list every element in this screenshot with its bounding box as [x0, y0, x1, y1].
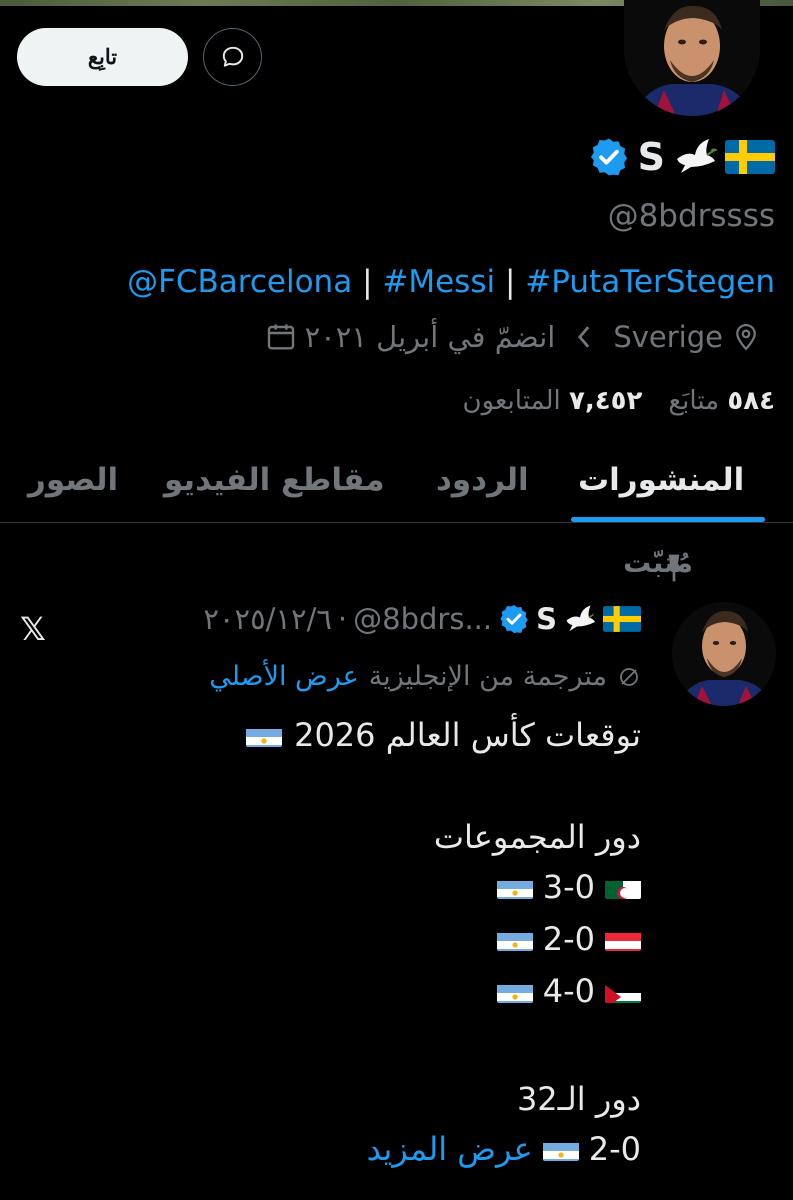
- round32-heading: دور الـ32: [516, 1080, 641, 1118]
- joined-text: انضمّ في أبريل ٢٠٢١: [304, 320, 556, 354]
- verified-badge-icon[interactable]: [498, 603, 530, 635]
- argentina-flag: [246, 723, 283, 747]
- bio-link-messi[interactable]: #Messi: [382, 264, 495, 300]
- tab-videos[interactable]: مقاطع الفيديو: [164, 462, 385, 498]
- x-logo-icon[interactable]: 𝕏: [20, 610, 46, 648]
- bio-link-barcelona[interactable]: @FCBarcelona: [127, 264, 352, 300]
- profile-name: S: [637, 135, 665, 179]
- joined-item: انضمّ في أبريل ٢٠٢١: [265, 320, 556, 354]
- active-tab-indicator: [571, 517, 765, 522]
- profile-stats: ٥٨٤ متابَع ٧,٤٥٢ المتابعون: [462, 386, 775, 416]
- follow-button[interactable]: تابِع: [17, 28, 188, 86]
- tab-replies[interactable]: الردود: [436, 462, 529, 498]
- location-item: Sverige: [613, 320, 761, 354]
- score-line: 3-0: [496, 868, 641, 906]
- show-original-link[interactable]: عرض الأصلي: [209, 661, 359, 692]
- score-line: 2-0: [496, 920, 641, 958]
- profile-avatar[interactable]: [624, 0, 760, 116]
- tab-posts[interactable]: المنشورات: [578, 462, 744, 498]
- dove-icon: [677, 139, 717, 173]
- score-value: 2-0: [542, 920, 595, 958]
- post-header: ٢٠٢٥/١٢/٦ · @8bdrs... S: [203, 602, 641, 636]
- translation-note: مترجمة من الإنجليزية عرض الأصلي: [209, 661, 641, 692]
- sweden-flag-icon: [725, 140, 775, 174]
- austria-flag: [605, 927, 641, 951]
- profile-bio: @FCBarcelona | #Messi | #PutaTerStegen: [127, 264, 775, 300]
- calendar-icon: [267, 324, 294, 350]
- post-author-avatar[interactable]: [672, 602, 776, 706]
- sweden-flag-icon: [603, 606, 641, 632]
- verified-badge-icon[interactable]: [588, 136, 630, 178]
- following-stat[interactable]: ٥٨٤ متابَع: [668, 386, 775, 416]
- score-line: 4-0: [496, 972, 641, 1010]
- bio-separator: |: [362, 264, 373, 300]
- group-stage-heading: دور المجموعات: [433, 818, 641, 856]
- jordan-flag: [605, 979, 641, 1003]
- dove-icon: [566, 605, 595, 631]
- round32-score-line: 2-0 عرض المزيد: [367, 1130, 641, 1168]
- bio-link-terstegen[interactable]: #PutaTerStegen: [525, 264, 775, 300]
- followers-count: ٧,٤٥٢: [568, 386, 643, 416]
- score-value: 3-0: [542, 868, 595, 906]
- location-text: Sverige: [613, 320, 723, 354]
- following-count: ٥٨٤: [727, 386, 775, 416]
- argentina-flag: [496, 875, 533, 899]
- followers-stat[interactable]: ٧,٤٥٢ المتابعون: [462, 386, 642, 416]
- message-button[interactable]: [203, 28, 262, 86]
- post-dot: ·: [337, 602, 348, 636]
- no-translate-icon: [620, 667, 638, 686]
- following-label: متابَع: [668, 386, 720, 416]
- bio-separator: |: [504, 264, 516, 300]
- post-date[interactable]: ٢٠٢٥/١٢/٦: [203, 602, 332, 636]
- profile-tabs: المنشورات الردود مقاطع الفيديو الصور: [0, 450, 793, 523]
- show-more-link[interactable]: عرض المزيد: [367, 1130, 533, 1168]
- profile-handle: @8bdrssss: [607, 198, 775, 234]
- chevron-icon: [578, 326, 590, 348]
- algeria-flag: [605, 875, 641, 899]
- score-value: 4-0: [542, 972, 595, 1010]
- post-title: توقعات كأس العالم 2026: [246, 716, 641, 754]
- argentina-flag: [542, 1137, 579, 1161]
- followers-label: المتابعون: [462, 386, 561, 416]
- profile-meta: Sverige انضمّ في أبريل ٢٠٢١: [265, 320, 761, 354]
- profile-name-row: S: [588, 135, 775, 179]
- pinned-label: مُثبّت: [623, 546, 693, 579]
- location-pin-icon: [736, 323, 756, 351]
- argentina-flag: [496, 927, 533, 951]
- score-value: 2-0: [588, 1130, 641, 1168]
- translated-text: مترجمة من الإنجليزية: [368, 661, 607, 692]
- message-icon: [222, 46, 243, 67]
- post-author-name[interactable]: S: [536, 602, 557, 636]
- argentina-flag: [496, 979, 533, 1003]
- post-author-handle[interactable]: @8bdrs...: [353, 602, 492, 636]
- tab-photos[interactable]: الصور: [28, 462, 118, 498]
